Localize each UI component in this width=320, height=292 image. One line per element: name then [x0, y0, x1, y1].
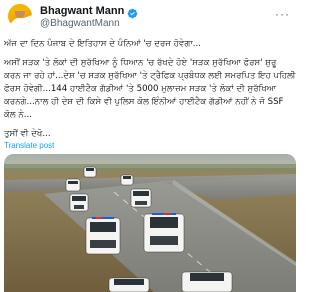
tweet-text-line: ਫੋਰਸ ਹੋਵੇਗੀ...144 ਹਾਈਟੈਕ ਗੱਡੀਆਂ 'ਤੇ 5000… — [4, 84, 277, 94]
tweet-text-line: ਅਸੀਂ ਸੜਕ 'ਤੇ ਲੋਕਾਂ ਦੀ ਸੁਰੱਖਿਆ ਨੂੰ ਧਿਆਨ '… — [4, 58, 277, 68]
verified-badge-icon — [127, 6, 138, 18]
tweet-media-video[interactable] — [4, 154, 296, 292]
translate-post-link[interactable]: Translate post — [4, 141, 54, 150]
avatar[interactable] — [8, 4, 32, 28]
tweet-header: Bhagwant Mann @BhagwantMann ··· — [8, 4, 292, 32]
author-handle[interactable]: @BhagwantMann — [40, 18, 120, 29]
tweet-text: ਅੱਜ ਦਾ ਦਿਨ ਪੰਜਾਬ ਦੇ ਇਤਿਹਾਸ ਦੇ ਪੰਨਿਆਂ 'ਚ … — [4, 38, 296, 141]
author-name-row[interactable]: Bhagwant Mann — [40, 5, 138, 18]
tweet-text-line: ਤੁਸੀਂ ਵੀ ਦੇਖੋ... — [4, 129, 51, 139]
tweet-text-line: ਕੋਲ ਨੇ... — [4, 110, 32, 120]
tweet-text-line: ਅੱਜ ਦਾ ਦਿਨ ਪੰਜਾਬ ਦੇ ਇਤਿਹਾਸ ਦੇ ਪੰਨਿਆਂ 'ਚ … — [4, 39, 201, 49]
author-display-name[interactable]: Bhagwant Mann — [40, 5, 124, 17]
tweet-text-line: ਕਰਨਗੇ...ਨਾਲ ਹੀ ਦੇਸ਼ ਦੀ ਕਿਸੇ ਵੀ ਪੁਲਿਸ ਕੋਲ… — [4, 97, 284, 107]
more-options-icon[interactable]: ··· — [275, 7, 290, 21]
media-scene — [4, 154, 296, 292]
tweet-text-line: ਕਰਨ ਜਾ ਰਹੇ ਹਾਂ...ਦੇਸ਼ 'ਚ ਸੜਕ ਸੁਰੱਖਿਆ 'ਤੇ… — [4, 71, 296, 81]
